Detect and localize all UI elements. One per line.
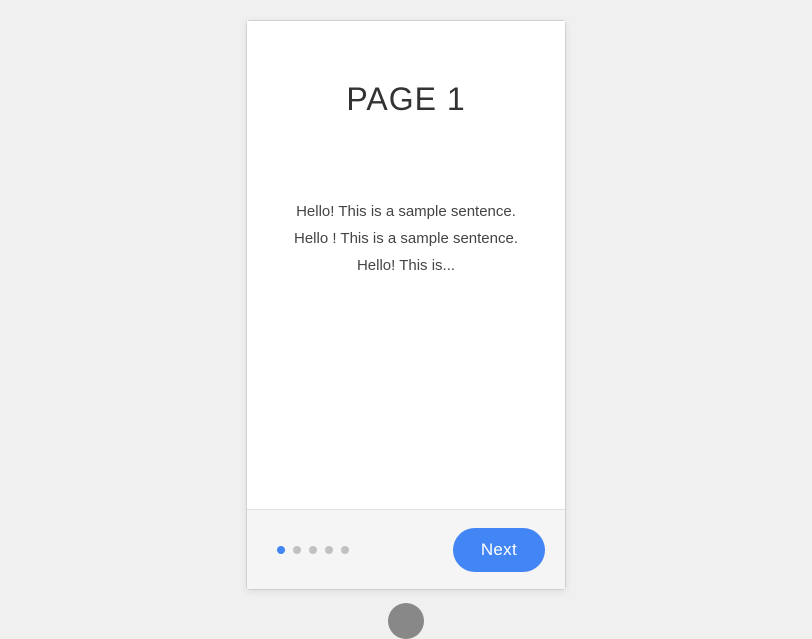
text-line-2: Hello ! This is a sample sentence. xyxy=(294,225,518,252)
page-title: PAGE 1 xyxy=(346,81,465,118)
dot-5[interactable] xyxy=(341,546,349,554)
dots-container xyxy=(277,546,349,554)
dot-1[interactable] xyxy=(277,546,285,554)
home-indicator xyxy=(388,603,424,639)
bottom-bar: Next xyxy=(247,509,565,589)
dot-4[interactable] xyxy=(325,546,333,554)
next-button[interactable]: Next xyxy=(453,528,545,572)
phone-frame: PAGE 1 Hello! This is a sample sentence.… xyxy=(246,20,566,590)
page-content: PAGE 1 Hello! This is a sample sentence.… xyxy=(247,21,565,509)
dot-2[interactable] xyxy=(293,546,301,554)
text-line-3: Hello! This is... xyxy=(294,252,518,279)
page-text: Hello! This is a sample sentence. Hello … xyxy=(294,198,518,279)
text-line-1: Hello! This is a sample sentence. xyxy=(294,198,518,225)
dot-3[interactable] xyxy=(309,546,317,554)
